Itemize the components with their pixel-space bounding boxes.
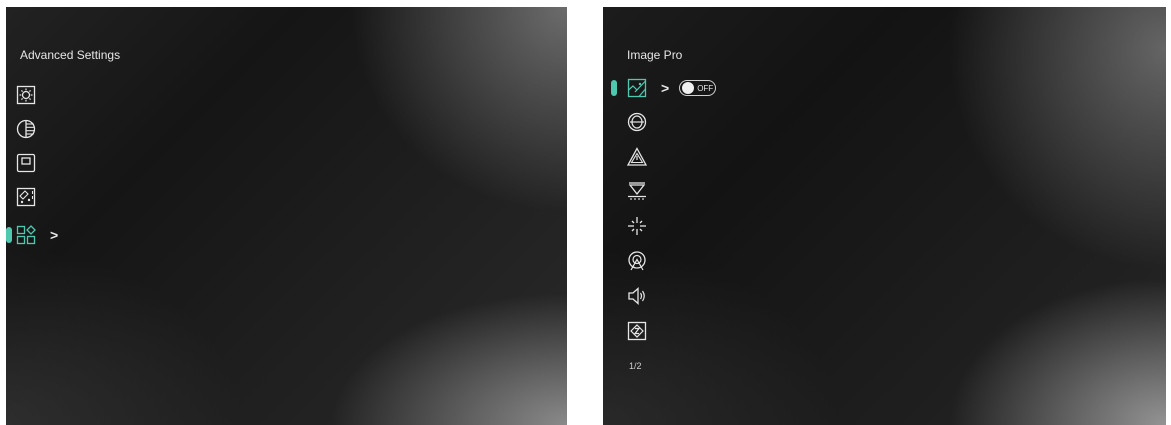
toggle-knob [682, 82, 695, 94]
crosshair-icon [628, 217, 646, 235]
hotspot-tracking-icon [628, 251, 646, 271]
menu-item-brightness[interactable] [16, 83, 36, 107]
menu-title: Advanced Settings [20, 48, 121, 62]
image-pro-icon [627, 78, 647, 98]
audio-icon [628, 287, 645, 305]
contrast-icon [16, 119, 36, 139]
brightness-icon [16, 85, 36, 105]
warning-icon [626, 147, 648, 166]
menu-item-scene-mode[interactable] [16, 151, 36, 175]
selection-indicator [611, 80, 617, 96]
chevron-right-icon: > [661, 80, 670, 96]
page-indicator: 1/2 [629, 361, 642, 371]
menu-item-hotspot-tracking[interactable] [627, 249, 647, 273]
menu-item-calibration[interactable] [627, 110, 647, 134]
toggle-state-label: OFF [697, 83, 714, 93]
menu-title: Image Pro [627, 48, 683, 62]
left-menu-panel: Advanced Settings > [6, 7, 567, 425]
menu-item-hot-tracking[interactable] [627, 179, 647, 203]
menu-item-contrast[interactable] [16, 117, 36, 141]
function-settings-icon [16, 225, 36, 245]
scene-mode-icon [16, 153, 36, 173]
display-effect-icon [16, 187, 36, 207]
menu-item-display-effect[interactable] [16, 185, 36, 209]
image-pro-toggle[interactable]: OFF [679, 80, 717, 96]
menu-item-zoom[interactable] [627, 319, 647, 343]
chevron-right-icon: > [50, 227, 59, 243]
calibration-icon [627, 112, 647, 132]
zoom-icon [627, 321, 647, 341]
selection-indicator [6, 227, 12, 243]
hot-tracking-icon [628, 182, 646, 200]
menu-item-audio[interactable] [627, 284, 647, 308]
menu-item-crosshair[interactable] [627, 214, 647, 238]
menu-item-function-settings[interactable]: > [6, 223, 59, 247]
menu-item-image-pro[interactable]: > OFF [611, 76, 717, 100]
right-menu-panel: Image Pro > OFF 1/2 [603, 7, 1166, 425]
menu-item-warning[interactable] [626, 145, 648, 169]
